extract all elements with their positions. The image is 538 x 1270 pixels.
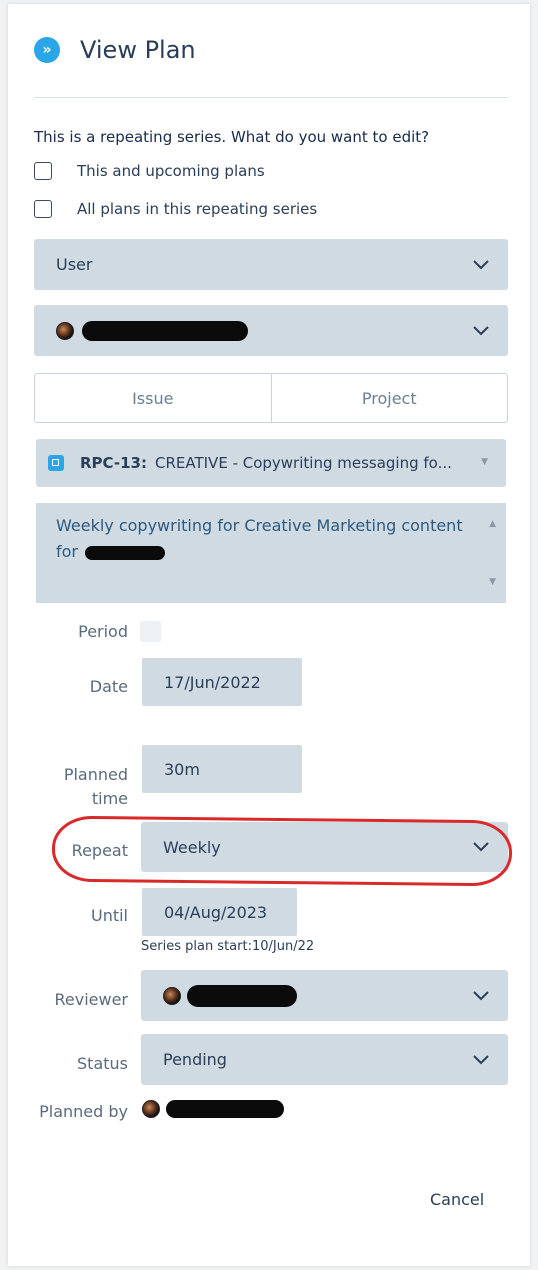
series-start-hint: Series plan start:10/Jun/22 <box>141 939 315 954</box>
issue-summary: CREATIVE - Copywriting messaging fo... <box>155 454 452 472</box>
scope-option-label: All plans in this repeating series <box>77 200 318 218</box>
user-avatar <box>56 321 74 340</box>
date-label: Date <box>89 677 128 696</box>
redacted-planner-name <box>166 1100 284 1118</box>
period-label: Period <box>78 622 128 641</box>
reviewer-select[interactable] <box>141 970 508 1021</box>
issue-key: RPC-13: <box>80 454 147 472</box>
planned-by-label: Planned by <box>39 1102 128 1121</box>
status-label: Status <box>77 1054 128 1073</box>
tab-project[interactable]: Project <box>270 374 508 422</box>
reviewer-avatar <box>163 986 181 1005</box>
scroll-up-icon[interactable]: ▲ <box>489 511 496 537</box>
chevron-down-icon <box>473 325 489 335</box>
date-value: 17/Jun/2022 <box>164 672 261 692</box>
chevron-down-icon <box>473 259 489 269</box>
planned-time-label-text: Planned time <box>63 765 128 808</box>
status-select[interactable]: Pending <box>141 1034 508 1085</box>
until-label: Until <box>90 906 128 925</box>
scope-option-all[interactable]: All plans in this repeating series <box>34 200 317 218</box>
reviewer-label: Reviewer <box>54 990 128 1009</box>
period-checkbox[interactable] <box>140 621 161 642</box>
caret-down-icon: ▼ <box>481 457 488 467</box>
checkbox[interactable] <box>34 162 52 180</box>
assignee-type-select[interactable]: User <box>34 239 508 290</box>
tab-issue[interactable]: Issue <box>35 374 271 422</box>
until-value: 04/Aug/2023 <box>164 902 268 922</box>
assignee-type-value: User <box>56 255 93 274</box>
date-input[interactable]: 17/Jun/2022 <box>142 658 302 706</box>
red-highlight-annotation <box>51 815 513 887</box>
assignee-select[interactable] <box>34 305 508 356</box>
planned-by-user <box>142 1100 284 1118</box>
planned-by-avatar <box>142 1100 160 1118</box>
scope-option-label: This and upcoming plans <box>77 162 265 180</box>
chevron-down-icon <box>473 990 489 1000</box>
issue-type-icon <box>48 455 64 471</box>
header-divider <box>34 97 508 98</box>
checkbox[interactable] <box>34 200 52 218</box>
redacted-reviewer-name <box>187 984 297 1007</box>
planned-time-input[interactable]: 30m <box>142 745 302 793</box>
dialog-title: View Plan <box>80 36 196 64</box>
chevron-down-icon <box>473 1054 489 1064</box>
scope-option-upcoming[interactable]: This and upcoming plans <box>34 162 265 180</box>
planned-time-value: 30m <box>164 759 200 779</box>
plan-target-tabs: Issue Project <box>34 373 508 423</box>
edit-scope-question: This is a repeating series. What do you … <box>34 128 430 146</box>
status-value: Pending <box>163 1050 227 1069</box>
redacted-text <box>85 545 166 560</box>
until-date-input[interactable]: 04/Aug/2023 <box>142 888 297 936</box>
double-chevron-right-icon[interactable]: » <box>34 37 60 63</box>
issue-select[interactable]: RPC-13: CREATIVE - Copywriting messaging… <box>36 439 506 487</box>
scroll-down-icon[interactable]: ▼ <box>489 569 496 595</box>
cancel-button[interactable]: Cancel <box>430 1190 484 1209</box>
redacted-user-name <box>82 320 248 341</box>
planned-time-label: Planned time <box>8 763 128 811</box>
description-textarea[interactable]: Weekly copywriting for Creative Marketin… <box>36 503 506 603</box>
